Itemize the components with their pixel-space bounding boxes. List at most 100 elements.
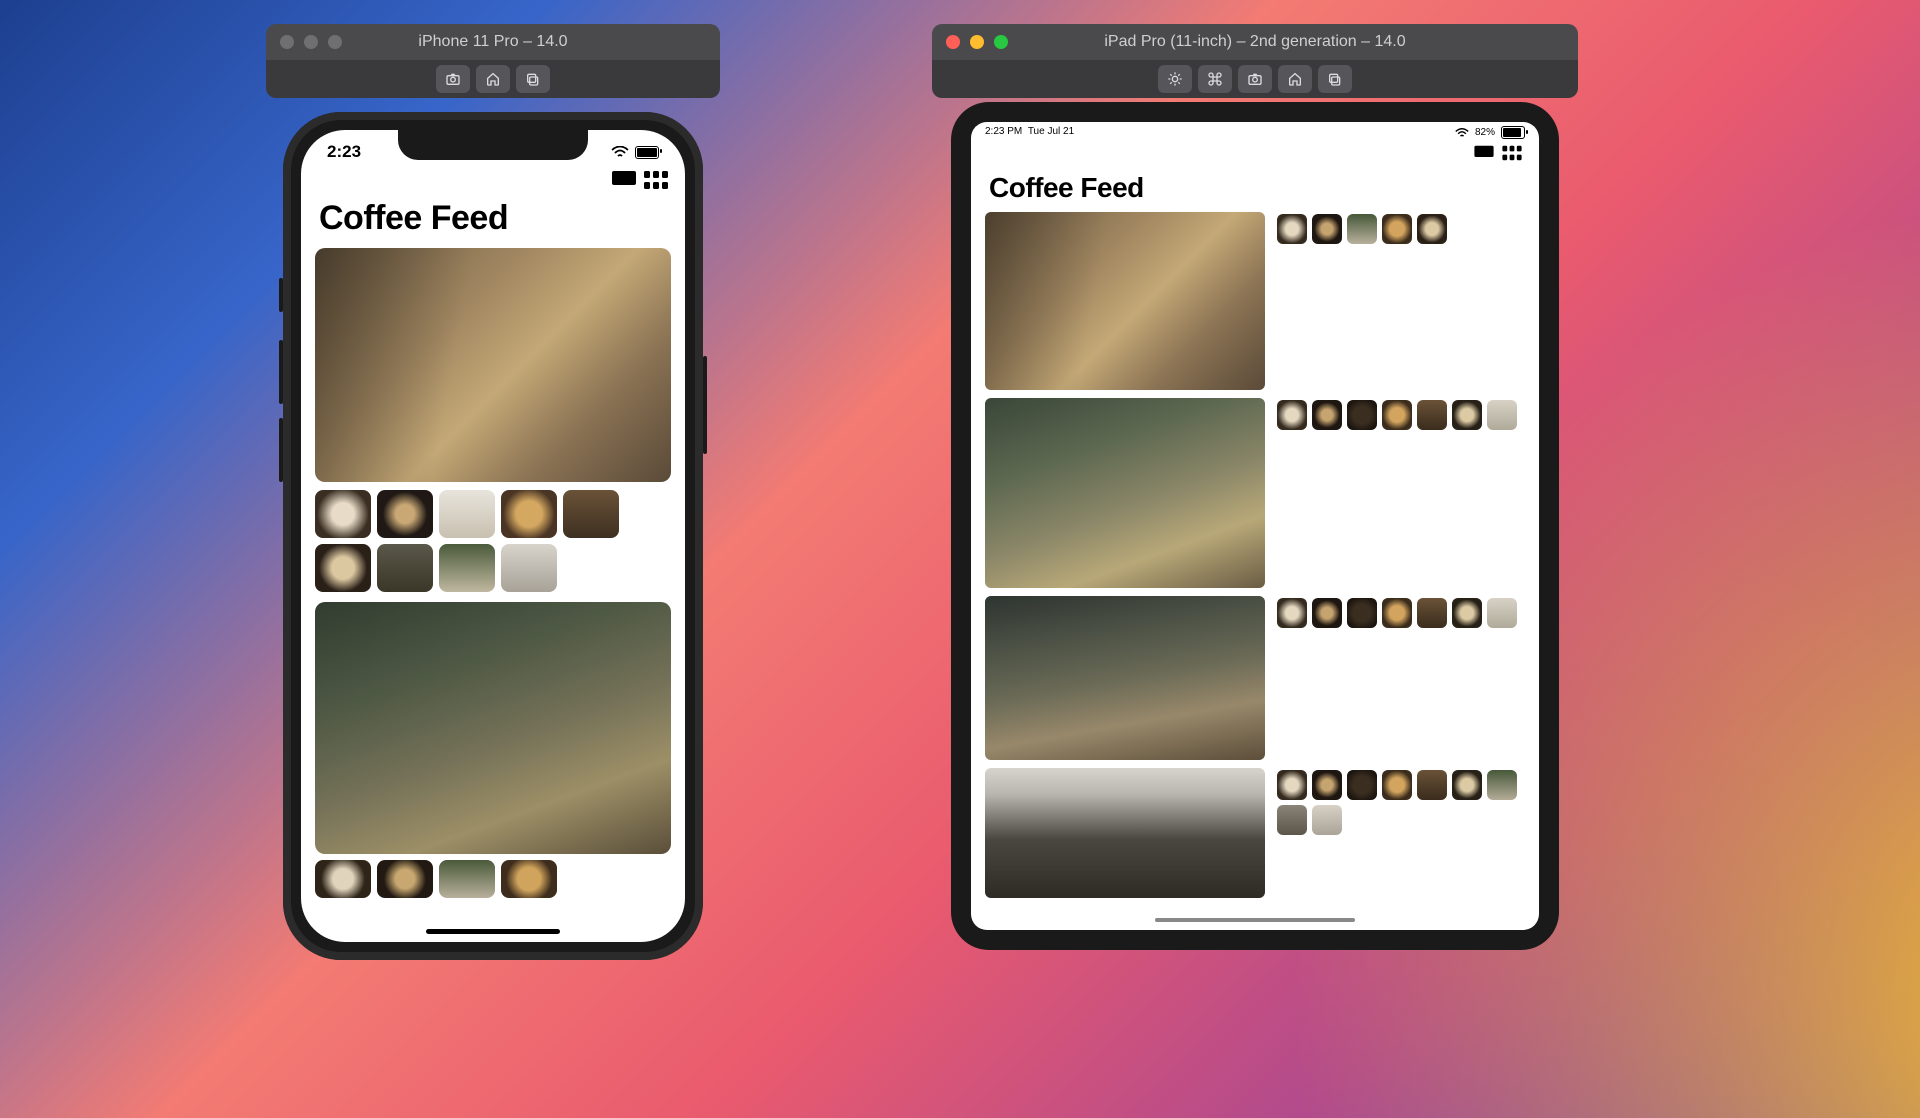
thumbnail-image[interactable]	[1382, 598, 1412, 628]
thumbnail-image[interactable]	[1417, 400, 1447, 430]
zoom-window-button[interactable]	[994, 35, 1008, 49]
iphone-feed[interactable]	[301, 248, 685, 908]
ipad-titlebar[interactable]: iPad Pro (11-inch) – 2nd generation – 14…	[932, 24, 1578, 60]
close-window-button[interactable]	[946, 35, 960, 49]
ipad-status-bar: 2:23 PM Tue Jul 21 82%	[971, 122, 1539, 139]
home-button[interactable]	[1278, 65, 1312, 93]
iphone-titlebar[interactable]: iPhone 11 Pro – 14.0	[266, 24, 720, 60]
thumbnail-image[interactable]	[1277, 805, 1307, 835]
close-window-button[interactable]	[280, 35, 294, 49]
thumbnail-image[interactable]	[1452, 400, 1482, 430]
thumbnail-image[interactable]	[501, 544, 557, 592]
feed-hero-image[interactable]	[985, 596, 1265, 760]
command-icon	[1207, 71, 1223, 87]
home-button[interactable]	[476, 65, 510, 93]
brightness-icon	[1167, 71, 1183, 87]
thumbnail-image[interactable]	[1277, 400, 1307, 430]
thumbnail-image[interactable]	[1487, 598, 1517, 628]
command-button[interactable]	[1198, 65, 1232, 93]
share-button[interactable]	[1318, 65, 1352, 93]
thumbnail-image[interactable]	[315, 490, 371, 538]
battery-icon	[1501, 126, 1525, 139]
thumbnail-image[interactable]	[1347, 214, 1377, 244]
page-title: Coffee Feed	[301, 197, 685, 248]
feed-thumbnails	[315, 490, 671, 592]
thumbnail-image[interactable]	[1347, 770, 1377, 800]
feed-thumbnails	[1277, 398, 1525, 588]
home-indicator[interactable]	[1155, 918, 1355, 922]
status-date: Tue Jul 21	[1028, 126, 1074, 137]
thumbnail-image[interactable]	[439, 490, 495, 538]
thumbnail-image[interactable]	[1312, 770, 1342, 800]
wifi-icon	[611, 146, 629, 158]
thumbnail-image[interactable]	[1452, 598, 1482, 628]
window-title: iPad Pro (11-inch) – 2nd generation – 14…	[1104, 33, 1405, 51]
thumbnail-image[interactable]	[1277, 214, 1307, 244]
thumbnail-image[interactable]	[1312, 805, 1342, 835]
thumbnail-image[interactable]	[1347, 598, 1377, 628]
ipad-screen[interactable]: 2:23 PM Tue Jul 21 82% Coffee Feed	[971, 122, 1539, 930]
feed-row	[985, 398, 1525, 588]
thumbnail-image[interactable]	[1312, 598, 1342, 628]
thumbnail-image[interactable]	[1417, 598, 1447, 628]
ipad-simulator-window: iPad Pro (11-inch) – 2nd generation – 14…	[932, 24, 1578, 950]
iphone-screen[interactable]: 2:23 Coffee Feed	[301, 130, 685, 942]
thumbnail-image[interactable]	[1277, 770, 1307, 800]
feed-hero-image[interactable]	[315, 248, 671, 482]
thumbnail-image[interactable]	[1277, 598, 1307, 628]
iphone-status-bar: 2:23	[301, 130, 685, 164]
feed-thumbnails	[1277, 596, 1525, 760]
nav-buttons	[301, 164, 685, 197]
status-time: 2:23	[327, 142, 361, 162]
thumbnail-image[interactable]	[1487, 770, 1517, 800]
thumbnail-image[interactable]	[439, 860, 495, 898]
thumbnail-image[interactable]	[1382, 770, 1412, 800]
share-button[interactable]	[516, 65, 550, 93]
grid-layout-button[interactable]	[643, 170, 669, 195]
thumbnail-image[interactable]	[377, 544, 433, 592]
feed-thumbnails	[1277, 768, 1525, 898]
thumbnail-image[interactable]	[1382, 400, 1412, 430]
grid-layout-button[interactable]	[1501, 145, 1523, 166]
feed-row	[985, 212, 1525, 390]
thumbnail-image[interactable]	[1347, 400, 1377, 430]
list-layout-button[interactable]	[611, 170, 637, 195]
zoom-window-button[interactable]	[328, 35, 342, 49]
thumbnail-image[interactable]	[439, 544, 495, 592]
thumbnail-image[interactable]	[563, 490, 619, 538]
page-title: Coffee Feed	[971, 168, 1539, 212]
feed-thumbnails	[315, 860, 671, 898]
list-layout-icon	[1473, 145, 1495, 161]
feed-thumbnails	[1277, 212, 1525, 390]
thumbnail-image[interactable]	[377, 490, 433, 538]
thumbnail-image[interactable]	[1312, 400, 1342, 430]
ipad-feed[interactable]	[971, 212, 1539, 930]
screenshot-button[interactable]	[1238, 65, 1272, 93]
thumbnail-image[interactable]	[1487, 400, 1517, 430]
thumbnail-image[interactable]	[1417, 770, 1447, 800]
battery-icon	[635, 146, 659, 159]
appearance-button[interactable]	[1158, 65, 1192, 93]
thumbnail-image[interactable]	[1382, 214, 1412, 244]
thumbnail-image[interactable]	[315, 544, 371, 592]
feed-hero-image[interactable]	[985, 212, 1265, 390]
camera-icon	[1247, 71, 1263, 87]
feed-hero-image[interactable]	[985, 398, 1265, 588]
minimize-window-button[interactable]	[970, 35, 984, 49]
thumbnail-image[interactable]	[501, 490, 557, 538]
thumbnail-image[interactable]	[1312, 214, 1342, 244]
feed-row	[985, 596, 1525, 760]
home-indicator[interactable]	[426, 929, 560, 934]
feed-hero-image[interactable]	[315, 602, 671, 854]
feed-hero-image[interactable]	[985, 768, 1265, 898]
status-time: 2:23 PM	[985, 126, 1022, 137]
list-layout-button[interactable]	[1473, 145, 1495, 166]
thumbnail-image[interactable]	[501, 860, 557, 898]
minimize-window-button[interactable]	[304, 35, 318, 49]
thumbnail-image[interactable]	[315, 860, 371, 898]
thumbnail-image[interactable]	[1417, 214, 1447, 244]
screenshot-button[interactable]	[436, 65, 470, 93]
list-layout-icon	[611, 170, 637, 190]
thumbnail-image[interactable]	[377, 860, 433, 898]
thumbnail-image[interactable]	[1452, 770, 1482, 800]
